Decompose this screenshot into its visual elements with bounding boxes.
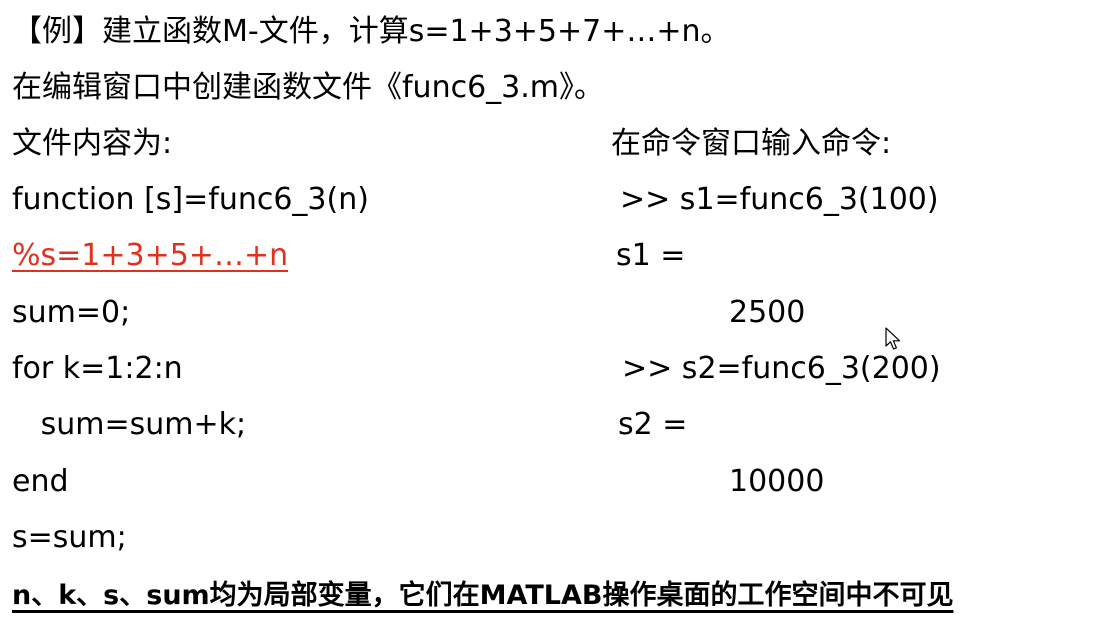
result-value-s1: 2500 [729,295,806,330]
code-line-comment: %s=1+3+5+…+n [12,238,289,273]
result-label-s2: s2 = [618,407,688,442]
result-value-s2: 10000 [729,464,825,499]
command-s1: >> s1=func6_3(100) [620,182,939,217]
mouse-pointer-icon [885,327,901,350]
file-content-title: 文件内容为: [12,126,173,161]
code-line-assign: s=sum; [12,520,127,555]
example-title: 【例】建立函数M-文件，计算s=1+3+5+7+…+n。 [12,14,731,49]
command-window-title: 在命令窗口输入命令: [611,126,892,161]
result-label-s1: s1 = [616,238,686,273]
code-line-function: function [s]=func6_3(n) [12,182,369,217]
local-variable-note: n、k、s、sum均为局部变量，它们在MATLAB操作桌面的工作空间中不可见 [12,580,954,611]
code-line-for: for k=1:2:n [12,351,183,386]
code-line-sum-accumulate: sum=sum+k; [12,407,247,442]
create-file-instruction: 在编辑窗口中创建函数文件《func6_3.m》。 [12,70,605,105]
code-line-sum-init: sum=0; [12,295,131,330]
command-s2: >> s2=func6_3(200) [622,351,941,386]
code-line-end: end [12,464,69,499]
